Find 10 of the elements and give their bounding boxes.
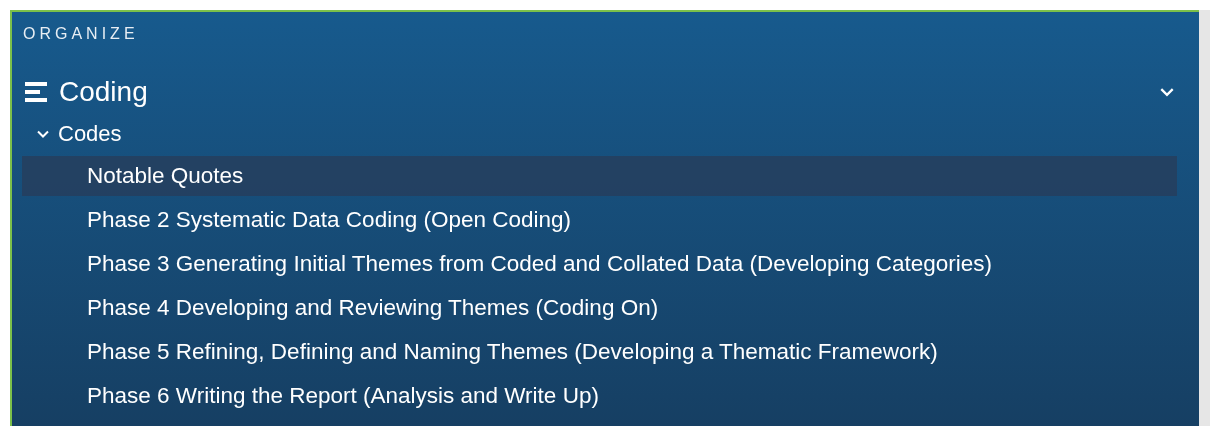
tree-item[interactable]: Phase 6 Writing the Report (Analysis and Write Up) <box>22 376 1177 416</box>
tree-item[interactable]: Phase 2 Systematic Data Coding (Open Coding) <box>22 200 1177 240</box>
tree-item[interactable]: Phase 4 Developing and Reviewing Themes (Coding On) <box>22 288 1177 328</box>
section-heading: ORGANIZE <box>23 25 140 43</box>
tree-group-label[interactable]: Codes <box>58 121 122 147</box>
tree-item[interactable]: Phase 5 Refining, Defining and Naming Themes (Developing a Thematic Framework) <box>22 332 1177 372</box>
tree-item[interactable]: Phase 3 Generating Initial Themes from Coded and Collated Data (Developing Categories) <box>22 244 1177 284</box>
section-title: Coding <box>59 76 149 108</box>
list-icon <box>25 81 49 103</box>
tree-item[interactable]: Notable Quotes <box>22 156 1177 196</box>
